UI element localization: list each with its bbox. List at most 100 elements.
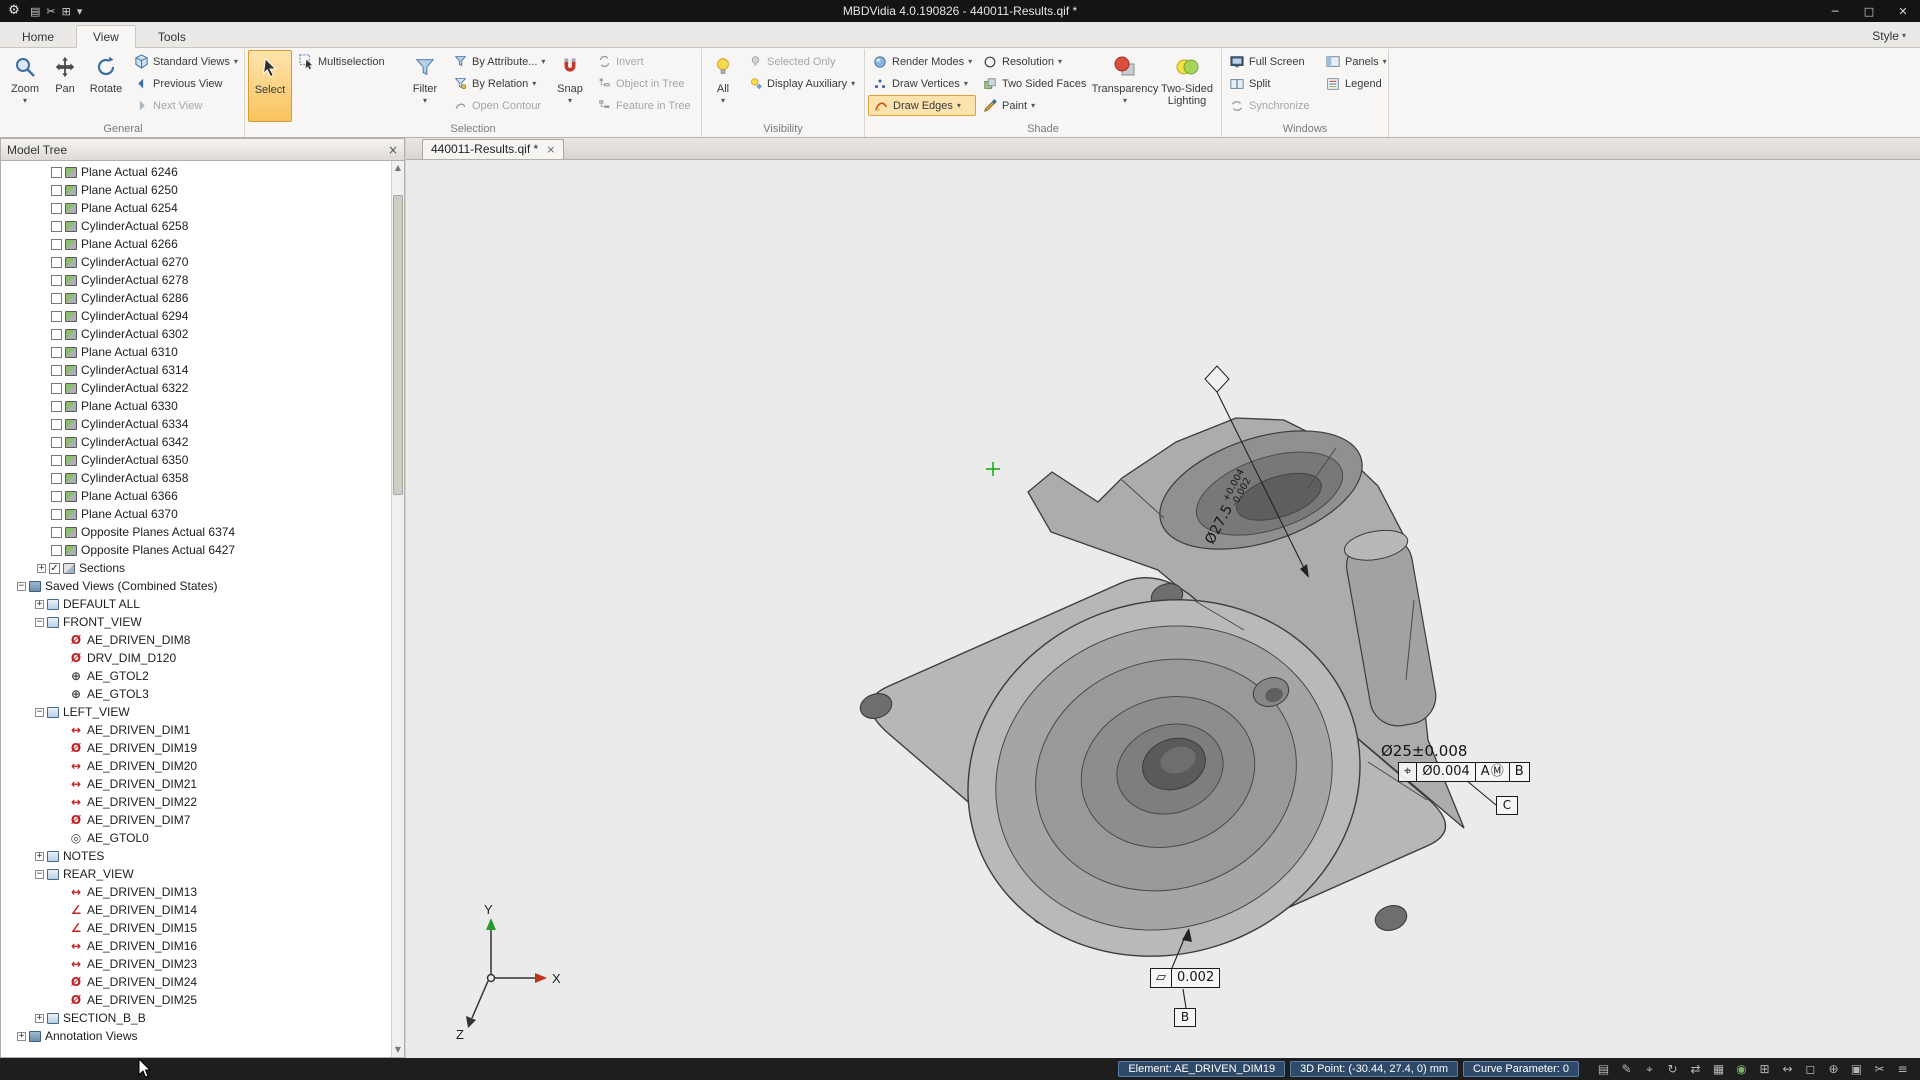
tree-item[interactable]: CylinderActual 6258: [1, 217, 391, 235]
tree-item[interactable]: + NOTES: [1, 847, 391, 865]
tree-item[interactable]: CylinderActual 6358: [1, 469, 391, 487]
visibility-checkbox[interactable]: [51, 472, 62, 484]
tree-item[interactable]: + ✓ Sections: [1, 559, 391, 577]
swap-icon[interactable]: ⇄: [1686, 1062, 1705, 1076]
standard-views-button[interactable]: Standard Views ▾: [129, 51, 241, 72]
tab-home[interactable]: Home: [6, 26, 70, 47]
collapse-icon[interactable]: −: [35, 617, 44, 627]
layers-icon[interactable]: ⊞: [1755, 1062, 1774, 1076]
tree-item[interactable]: + DEFAULT ALL: [1, 595, 391, 613]
collapse-icon[interactable]: −: [35, 707, 44, 717]
edit-icon[interactable]: ✎: [1617, 1062, 1636, 1076]
measure-icon[interactable]: ↔: [1778, 1062, 1797, 1076]
visibility-checkbox[interactable]: [51, 274, 62, 286]
selected-only-button[interactable]: Selected Only: [743, 51, 861, 72]
tree-item[interactable]: ↔ AE_DRIVEN_DIM21: [1, 775, 391, 793]
tree-item[interactable]: CylinderActual 6270: [1, 253, 391, 271]
legend-button[interactable]: Legend: [1321, 73, 1385, 94]
tree-item[interactable]: CylinderActual 6294: [1, 307, 391, 325]
app-logo-icon[interactable]: ⚙: [4, 3, 24, 19]
document-icon[interactable]: ▤: [30, 5, 40, 18]
annotation-icon[interactable]: ▤: [1594, 1062, 1613, 1076]
tree-item[interactable]: ↔ AE_DRIVEN_DIM22: [1, 793, 391, 811]
tree-item[interactable]: Opposite Planes Actual 6374: [1, 523, 391, 541]
rotate-button[interactable]: Rotate: [85, 50, 127, 122]
tab-view[interactable]: View: [76, 25, 136, 48]
tree-scrollbar[interactable]: ▲ ▼: [391, 161, 404, 1057]
close-button[interactable]: ✕: [1886, 0, 1920, 22]
tree-item[interactable]: + SECTION_B_B: [1, 1009, 391, 1027]
paint-button[interactable]: Paint ▾: [978, 95, 1094, 116]
tree-item[interactable]: Plane Actual 6266: [1, 235, 391, 253]
visibility-checkbox[interactable]: [51, 310, 62, 322]
tree-item[interactable]: CylinderActual 6278: [1, 271, 391, 289]
expand-icon[interactable]: +: [17, 1031, 26, 1041]
scroll-thumb[interactable]: [393, 195, 403, 495]
panel-icon[interactable]: ▣: [1847, 1062, 1866, 1076]
open-contour-button[interactable]: Open Contour: [448, 95, 548, 116]
transparency-button[interactable]: Transparency ▾: [1092, 50, 1158, 122]
grid-icon[interactable]: ▦: [1709, 1062, 1728, 1076]
by-relation-button[interactable]: By Relation ▾: [448, 73, 548, 94]
tree-item[interactable]: ⊕ AE_GTOL2: [1, 667, 391, 685]
tree-item[interactable]: ∠ AE_DRIVEN_DIM14: [1, 901, 391, 919]
datum-b-label[interactable]: B: [1174, 1008, 1196, 1027]
visibility-checkbox[interactable]: [51, 526, 62, 538]
visibility-checkbox[interactable]: [51, 436, 62, 448]
frame-icon[interactable]: ◻: [1801, 1062, 1820, 1076]
draw-vertices-button[interactable]: Draw Vertices ▾: [868, 73, 976, 94]
collapse-icon[interactable]: −: [17, 581, 26, 591]
display-auxiliary-button[interactable]: Display Auxiliary ▾: [743, 73, 861, 94]
tree-item[interactable]: Plane Actual 6370: [1, 505, 391, 523]
3d-model-view[interactable]: Y X Z: [406, 160, 1920, 1058]
tree-item[interactable]: ↔ AE_DRIVEN_DIM1: [1, 721, 391, 739]
snap-button[interactable]: Snap ▾: [550, 50, 590, 122]
tree-item[interactable]: ↔ AE_DRIVEN_DIM13: [1, 883, 391, 901]
visibility-checkbox[interactable]: [51, 382, 62, 394]
pan-button[interactable]: Pan: [47, 50, 83, 122]
visibility-checkbox[interactable]: [51, 292, 62, 304]
full-screen-button[interactable]: Full Screen: [1225, 51, 1319, 72]
maximize-button[interactable]: □: [1852, 0, 1886, 22]
visibility-checkbox[interactable]: [51, 328, 62, 340]
tree-item[interactable]: ↔ AE_DRIVEN_DIM16: [1, 937, 391, 955]
flatness-feature-control-frame[interactable]: ▱ 0.002: [1150, 968, 1221, 988]
resolution-button[interactable]: Resolution ▾: [978, 51, 1094, 72]
tree-item[interactable]: Plane Actual 6366: [1, 487, 391, 505]
tree-item[interactable]: − FRONT_VIEW: [1, 613, 391, 631]
tree-item[interactable]: ◎ AE_GTOL0: [1, 829, 391, 847]
visibility-checkbox[interactable]: [51, 364, 62, 376]
synchronize-button[interactable]: Synchronize: [1225, 95, 1319, 116]
tree-item[interactable]: ↔ AE_DRIVEN_DIM20: [1, 757, 391, 775]
scroll-down-icon[interactable]: ▼: [392, 1043, 404, 1057]
expand-icon[interactable]: +: [35, 599, 44, 609]
tree-item[interactable]: Ø AE_DRIVEN_DIM19: [1, 739, 391, 757]
visibility-checkbox[interactable]: [51, 508, 62, 520]
scissors-icon[interactable]: ✂: [46, 5, 55, 18]
by-attribute-button[interactable]: By Attribute... ▾: [448, 51, 548, 72]
tree-item[interactable]: Plane Actual 6254: [1, 199, 391, 217]
tree-item[interactable]: CylinderActual 6334: [1, 415, 391, 433]
tree-item[interactable]: Plane Actual 6250: [1, 181, 391, 199]
feature-in-tree-button[interactable]: Feature in Tree: [592, 95, 698, 116]
split-button[interactable]: Split: [1225, 73, 1319, 94]
record-icon[interactable]: ◉: [1732, 1062, 1751, 1076]
tab-tools[interactable]: Tools: [142, 26, 202, 47]
target-icon[interactable]: ⌖: [1640, 1062, 1659, 1077]
visibility-checkbox[interactable]: [51, 544, 62, 556]
tree-item[interactable]: − Saved Views (Combined States): [1, 577, 391, 595]
tree-item[interactable]: CylinderActual 6302: [1, 325, 391, 343]
all-button[interactable]: All ▾: [705, 50, 741, 122]
two-sided-lighting-button[interactable]: Two-Sided Lighting: [1156, 50, 1218, 122]
visibility-checkbox[interactable]: [51, 454, 62, 466]
visibility-checkbox[interactable]: [51, 490, 62, 502]
datum-c-label[interactable]: C: [1496, 796, 1518, 815]
visibility-checkbox[interactable]: [51, 418, 62, 430]
filter-button[interactable]: Filter ▾: [404, 50, 446, 122]
multiselection-button[interactable]: Multiselection: [294, 51, 402, 72]
rotate-view-icon[interactable]: ↻: [1663, 1062, 1682, 1076]
object-in-tree-button[interactable]: Object in Tree: [592, 73, 698, 94]
tree-item[interactable]: − LEFT_VIEW: [1, 703, 391, 721]
panel-close-icon[interactable]: ×: [388, 143, 398, 157]
tree-item[interactable]: + Annotation Views: [1, 1027, 391, 1045]
